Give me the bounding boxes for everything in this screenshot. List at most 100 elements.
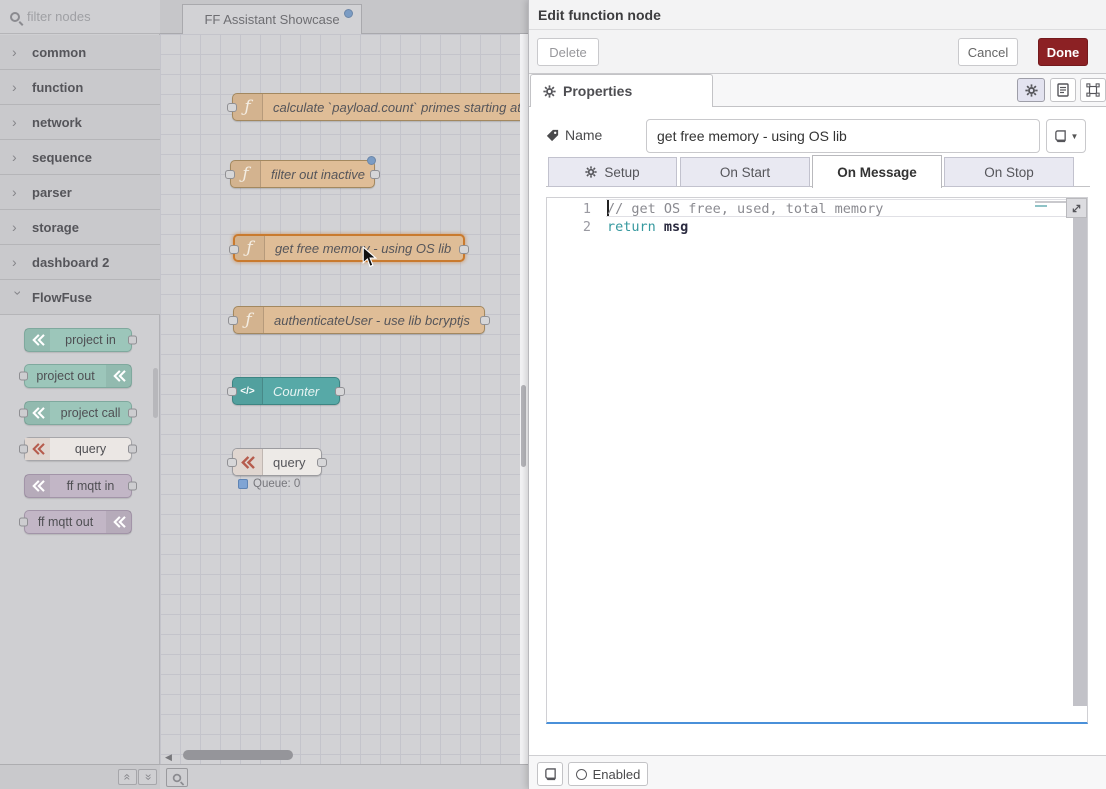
code-line-2: return msg [607, 218, 688, 236]
output-port[interactable] [128, 482, 137, 491]
palette-category-network[interactable]: › network [0, 105, 160, 140]
palette-node-project-in[interactable]: project in [24, 328, 132, 352]
node-get-free-memory[interactable]: ƒ get free memory - using OS lib [233, 234, 465, 262]
tab-properties[interactable]: Properties [530, 74, 713, 107]
tab-on-message[interactable]: On Message [812, 155, 942, 188]
tab-setup[interactable]: Setup [548, 157, 677, 187]
output-port[interactable] [128, 409, 137, 418]
vertical-scrollbar[interactable] [521, 385, 526, 467]
palette-category-dashboard-2[interactable]: › dashboard 2 [0, 245, 160, 280]
enabled-toggle-button[interactable]: Enabled [568, 762, 648, 786]
palette-node-query[interactable]: query [24, 437, 132, 461]
node-counter[interactable]: </> Counter [232, 377, 340, 405]
collapse-all-button[interactable]: « [118, 769, 137, 785]
input-port[interactable] [229, 245, 239, 254]
input-port[interactable] [225, 170, 235, 179]
search-flows-button[interactable] [166, 768, 188, 787]
tray-tabs-row: Properties [529, 74, 1106, 107]
palette-category-function[interactable]: › function [0, 70, 160, 105]
output-port[interactable] [128, 445, 137, 454]
input-port[interactable] [227, 458, 237, 467]
library-button[interactable] [537, 762, 563, 786]
flowfuse-icon [25, 329, 50, 351]
flowfuse-icon [106, 511, 131, 533]
output-port[interactable] [335, 387, 345, 396]
palette-footer: « « [0, 764, 160, 789]
caret-down-icon: ▼ [1071, 132, 1079, 141]
tray-body: Name ▼ Setup [529, 107, 1106, 789]
flow-tab[interactable]: FF Assistant Showcase [182, 4, 362, 34]
appearance-button[interactable] [1080, 78, 1106, 102]
palette-node-ff-mqtt-out[interactable]: ff mqtt out [24, 510, 132, 534]
book-icon [1054, 130, 1067, 143]
tray-title: Edit function node [538, 7, 661, 23]
code-icon: </> [233, 378, 263, 404]
palette-category-storage[interactable]: › storage [0, 210, 160, 245]
palette-node-project-call[interactable]: project call [24, 401, 132, 425]
horizontal-scrollbar[interactable] [183, 750, 293, 760]
palette-node-ff-mqtt-in[interactable]: ff mqtt in [24, 474, 132, 498]
vertical-scrollbar-track[interactable] [520, 34, 528, 764]
description-button[interactable] [1050, 78, 1076, 102]
input-port[interactable] [228, 316, 238, 325]
properties-gear-button[interactable] [1017, 78, 1045, 102]
expand-all-button[interactable]: « [138, 769, 157, 785]
tray-toolbar: Delete Cancel Done [529, 30, 1106, 74]
chevron-right-icon: › [12, 149, 28, 165]
code-editor[interactable]: 1 2 // get OS free, used, total memory r… [546, 197, 1088, 724]
palette-filter-input[interactable] [27, 9, 137, 24]
expand-editor-button[interactable] [1066, 198, 1087, 218]
output-port[interactable] [317, 458, 327, 467]
tab-on-start[interactable]: On Start [680, 157, 810, 187]
palette-node-project-out[interactable]: project out [24, 364, 132, 388]
delete-button[interactable]: Delete [537, 38, 599, 66]
expand-icon [1071, 203, 1082, 214]
flow-workspace: FF Assistant Showcase ƒ calculate `paylo… [160, 0, 528, 789]
input-port[interactable] [19, 409, 28, 418]
editor-gutter: 1 2 [547, 198, 605, 722]
output-port[interactable] [459, 245, 469, 254]
function-icon: ƒ [235, 236, 265, 260]
palette-category-sequence[interactable]: › sequence [0, 140, 160, 175]
node-filter-out-inactive[interactable]: ƒ filter out inactive [230, 160, 375, 188]
palette-category-parser[interactable]: › parser [0, 175, 160, 210]
input-port[interactable] [227, 387, 237, 396]
output-port[interactable] [480, 316, 490, 325]
search-icon [10, 12, 20, 22]
scroll-left-arrow[interactable]: ◀ [165, 752, 172, 763]
input-port[interactable] [19, 518, 28, 527]
node-calculate-primes[interactable]: ƒ calculate `payload.count` primes start… [232, 93, 520, 121]
input-port[interactable] [19, 445, 28, 454]
palette-category-common[interactable]: › common [0, 35, 160, 70]
double-chevron-down-icon: « [143, 774, 153, 781]
output-port[interactable] [128, 336, 137, 345]
library-dropdown-button[interactable]: ▼ [1046, 119, 1086, 153]
name-row: Name ▼ [546, 119, 1090, 153]
search-icon [173, 773, 182, 782]
output-port[interactable] [370, 170, 380, 179]
name-input[interactable] [646, 119, 1040, 153]
node-status: Queue: 0 [238, 478, 300, 490]
chevron-right-icon: › [12, 184, 28, 200]
node-authenticate-user[interactable]: ƒ authenticateUser - use lib bcryptjs [233, 306, 485, 334]
gear-icon [543, 85, 556, 98]
function-icon: ƒ [231, 161, 261, 187]
tab-on-stop[interactable]: On Stop [944, 157, 1074, 187]
editor-minimap [1035, 201, 1069, 209]
palette-scrollbar[interactable] [153, 368, 158, 418]
done-button[interactable]: Done [1038, 38, 1088, 66]
editor-scrollbar[interactable] [1073, 198, 1087, 706]
input-port[interactable] [227, 103, 237, 112]
input-port[interactable] [19, 372, 28, 381]
status-dot-icon [238, 479, 248, 489]
flowfuse-icon [25, 402, 50, 424]
node-query[interactable]: query [232, 448, 322, 476]
cancel-button[interactable]: Cancel [958, 38, 1018, 66]
flowfuse-icon [25, 475, 50, 497]
flow-canvas[interactable]: ƒ calculate `payload.count` primes start… [160, 34, 520, 764]
double-chevron-up-icon: « [123, 774, 133, 781]
palette-category-flowfuse[interactable]: › FlowFuse [0, 280, 160, 315]
flowfuse-icon [25, 438, 50, 460]
palette-filter[interactable] [0, 0, 160, 34]
edit-tray: Edit function node Delete Cancel Done [528, 0, 1106, 789]
